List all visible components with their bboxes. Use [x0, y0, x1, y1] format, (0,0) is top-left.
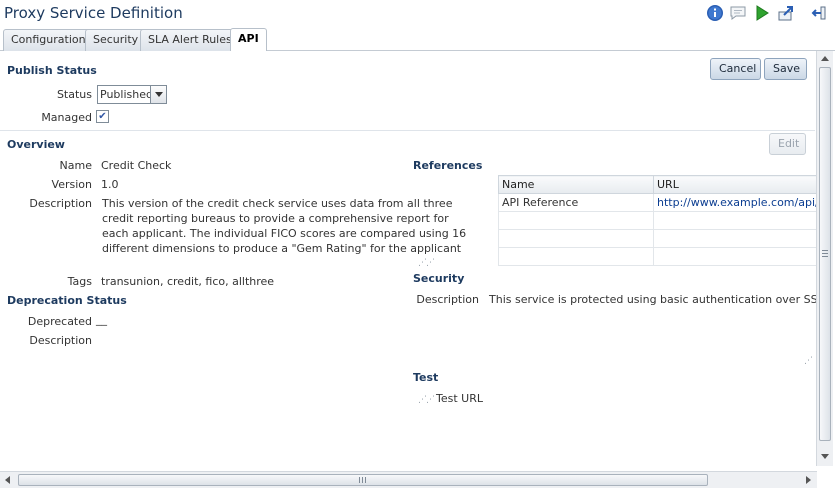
references-table: Name URL API Reference http://www.exampl…	[498, 175, 817, 266]
save-button[interactable]: Save	[764, 58, 807, 80]
scroll-right-icon[interactable]	[806, 476, 811, 484]
column-header-url[interactable]: URL	[653, 175, 817, 194]
description-line: This version of the credit check service…	[102, 197, 453, 210]
managed-label: Managed	[41, 111, 92, 124]
info-icon[interactable]	[706, 4, 724, 22]
test-url-label: Test URL	[436, 392, 483, 405]
resize-grip-icon[interactable]: ⋰	[804, 356, 813, 366]
vertical-scroll-thumb[interactable]	[819, 67, 831, 441]
table-row[interactable]: API Reference http://www.example.com/api…	[498, 193, 817, 212]
deprecation-description-label: Description	[29, 334, 92, 347]
deprecated-value: __	[96, 313, 107, 326]
resize-grip-icon[interactable]: ⋰⋰	[418, 258, 435, 268]
status-select-value: Published	[100, 88, 153, 101]
run-icon[interactable]	[753, 4, 771, 22]
exit-icon[interactable]	[811, 4, 829, 22]
section-divider	[0, 130, 815, 131]
description-line: different dimensions to produce a "Gem R…	[102, 242, 462, 255]
resize-grip-icon[interactable]: ⋰⋰	[418, 395, 435, 405]
horizontal-scrollbar[interactable]	[0, 471, 817, 488]
horizontal-scroll-thumb[interactable]	[18, 474, 708, 486]
tab-sla-alert-rules[interactable]: SLA Alert Rules	[140, 29, 240, 51]
tab-security[interactable]: Security	[85, 29, 147, 51]
reference-url-link[interactable]: http://www.example.com/api/cre	[653, 193, 817, 212]
table-row[interactable]	[498, 229, 817, 248]
checkmark-icon: ✔	[98, 111, 107, 122]
table-header-row: Name URL	[498, 175, 817, 194]
scroll-up-icon[interactable]	[821, 56, 829, 61]
cancel-button[interactable]: Cancel	[710, 58, 761, 80]
publish-status-heading: Publish Status	[7, 64, 97, 77]
version-label: Version	[51, 178, 92, 191]
test-heading: Test	[413, 371, 439, 384]
deprecation-status-heading: Deprecation Status	[7, 294, 127, 307]
tab-configuration[interactable]: Configuration	[3, 29, 94, 51]
reference-url-link	[653, 229, 817, 248]
description-line: each applicant. The individual FICO scor…	[102, 227, 467, 240]
tags-value: transunion, credit, fico, allthree	[101, 275, 275, 288]
security-description-label: Description	[416, 293, 479, 306]
page-title: Proxy Service Definition	[4, 4, 183, 22]
export-icon[interactable]	[777, 4, 795, 22]
overview-heading: Overview	[7, 138, 65, 151]
column-header-name[interactable]: Name	[498, 175, 654, 194]
table-row[interactable]	[498, 211, 817, 230]
name-label: Name	[59, 159, 92, 172]
tab-api[interactable]: API	[230, 28, 267, 51]
reference-name	[498, 229, 654, 248]
reference-name	[498, 247, 654, 266]
chevron-down-icon	[150, 86, 166, 103]
deprecated-label: Deprecated	[27, 315, 92, 328]
comment-icon[interactable]	[729, 4, 747, 22]
references-heading: References	[413, 159, 483, 172]
tags-label: Tags	[67, 275, 92, 288]
status-label: Status	[56, 88, 92, 101]
security-description-value: This service is protected using basic au…	[489, 293, 824, 306]
description-label: Description	[29, 197, 92, 210]
name-value: Credit Check	[101, 159, 172, 172]
table-row[interactable]	[498, 247, 817, 266]
vertical-scrollbar[interactable]	[816, 51, 833, 466]
managed-checkbox[interactable]: ✔	[96, 110, 109, 123]
reference-name	[498, 211, 654, 230]
security-heading: Security	[413, 272, 465, 285]
status-select[interactable]: Published	[97, 85, 167, 104]
description-line: credit reporting bureaus to provide a co…	[102, 212, 449, 225]
scroll-left-icon[interactable]	[5, 476, 10, 484]
reference-url-link	[653, 211, 817, 230]
version-value: 1.0	[101, 178, 119, 191]
reference-url-link	[653, 247, 817, 266]
scroll-down-icon[interactable]	[821, 454, 829, 459]
edit-button[interactable]: Edit	[769, 133, 806, 155]
reference-name: API Reference	[498, 193, 654, 212]
